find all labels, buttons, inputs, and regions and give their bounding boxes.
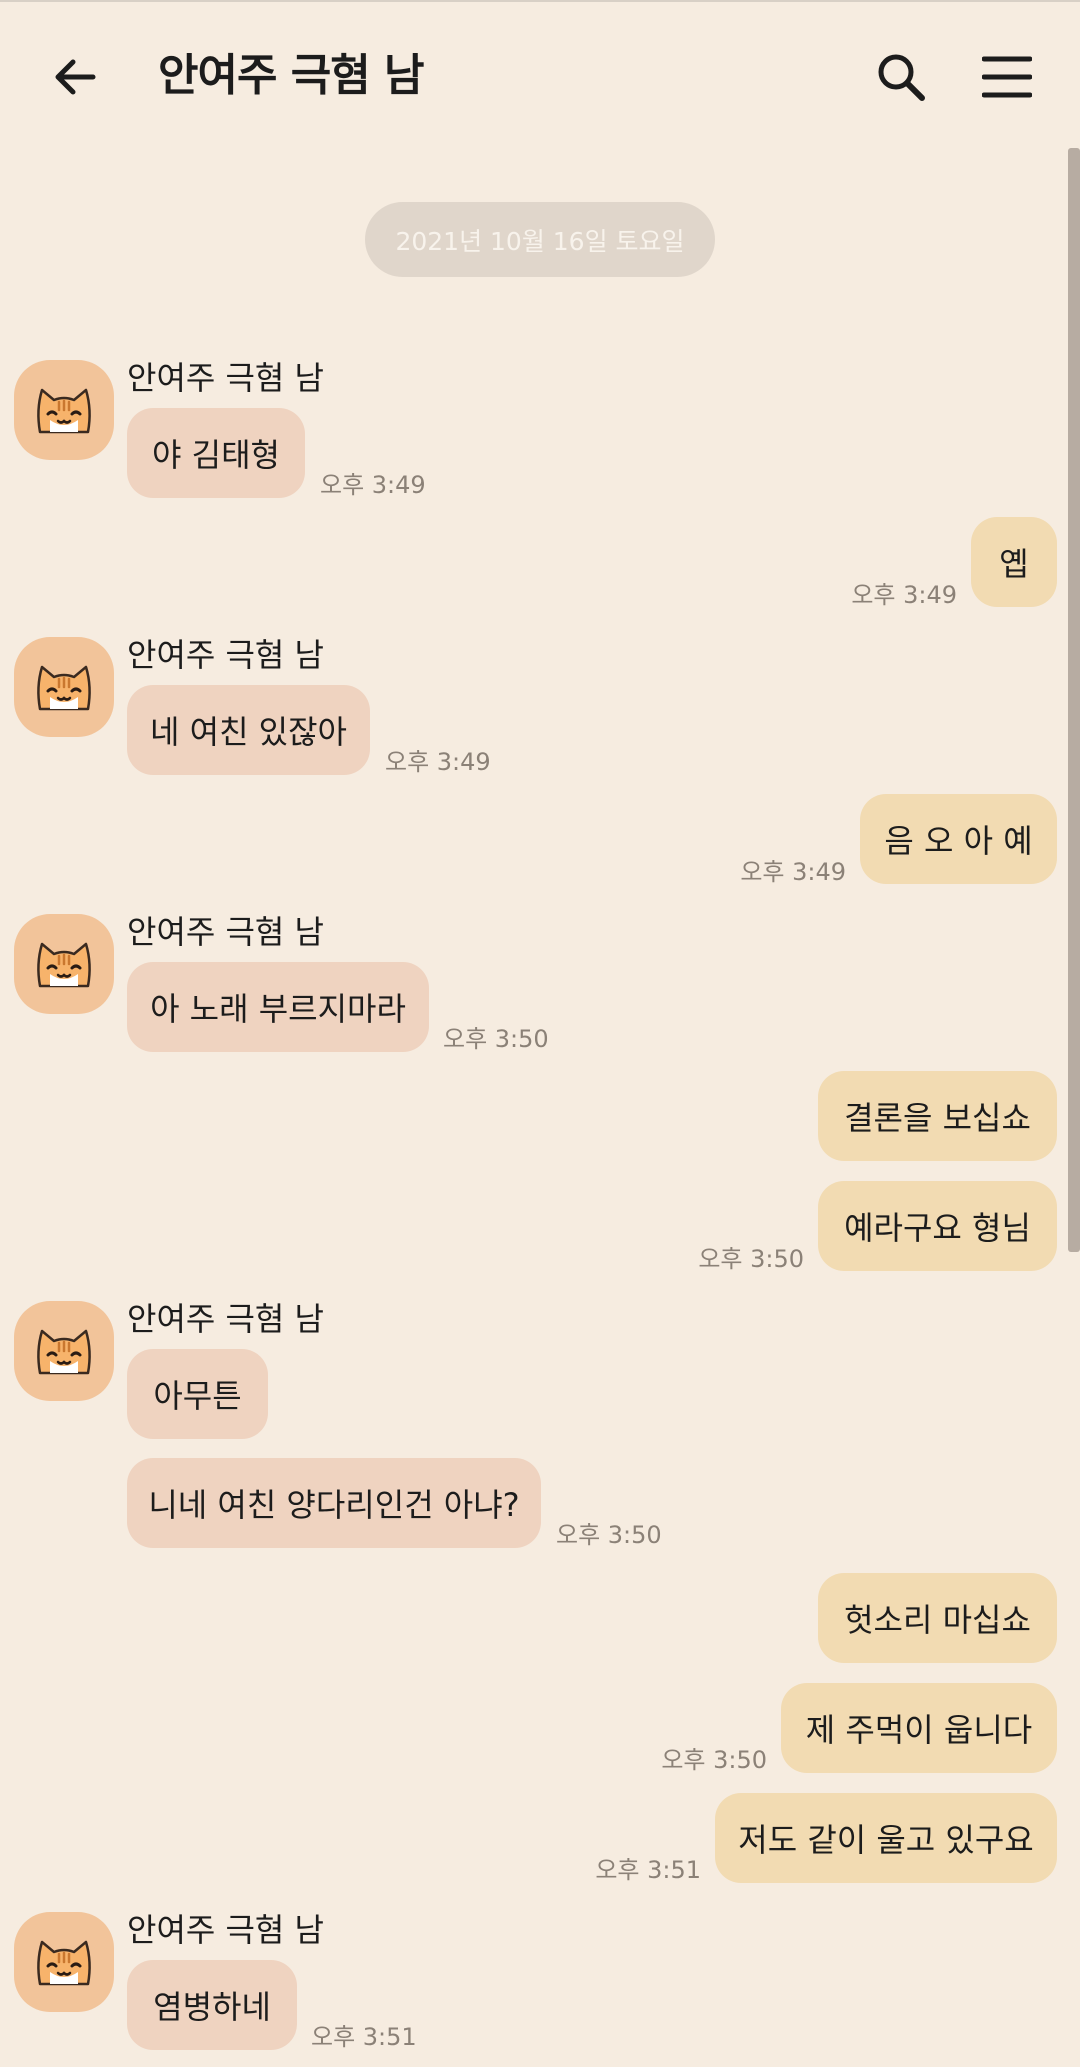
message-bubble-outgoing[interactable]: 결론을 보십쇼: [818, 1071, 1057, 1161]
date-divider: 2021년 10월 16일 토요일: [365, 202, 715, 277]
message-time: 오후 3:49: [385, 748, 491, 776]
sender-name: 안여주 극혐 남: [127, 359, 324, 397]
scrollbar[interactable]: [1068, 148, 1080, 1252]
avatar[interactable]: [14, 637, 114, 737]
message-time: 오후 3:50: [661, 1746, 767, 1774]
hamburger-menu-icon: [982, 56, 1032, 98]
menu-button[interactable]: [972, 42, 1042, 112]
message-bubble-incoming[interactable]: 야 김태형: [127, 408, 305, 498]
avatar[interactable]: [14, 360, 114, 460]
back-button[interactable]: [40, 42, 110, 112]
message-bubble-outgoing[interactable]: 옙: [971, 517, 1057, 607]
message-bubble-outgoing[interactable]: 헛소리 마십쇼: [818, 1573, 1057, 1663]
cat-face-icon: [37, 388, 91, 434]
message-bubble-outgoing[interactable]: 제 주먹이 웁니다: [781, 1683, 1057, 1773]
avatar[interactable]: [14, 914, 114, 1014]
avatar[interactable]: [14, 1912, 114, 2012]
message-time: 오후 3:51: [311, 2023, 417, 2051]
message-bubble-incoming[interactable]: 니네 여친 양다리인건 아냐?: [127, 1458, 541, 1548]
message-time: 오후 3:49: [851, 581, 957, 609]
search-button[interactable]: [866, 42, 936, 112]
message-time: 오후 3:49: [320, 471, 426, 499]
cat-face-icon: [37, 1940, 91, 1986]
message-time: 오후 3:50: [556, 1521, 662, 1549]
message-bubble-incoming[interactable]: 아 노래 부르지마라: [127, 962, 429, 1052]
arrow-left-icon: [55, 59, 96, 95]
cat-face-icon: [37, 665, 91, 711]
message-time: 오후 3:49: [740, 858, 846, 886]
sender-name: 안여주 극혐 남: [127, 913, 324, 951]
message-bubble-outgoing[interactable]: 음 오 아 예: [860, 794, 1057, 884]
chat-title: 안여주 극혐 남: [158, 50, 425, 101]
message-time: 오후 3:50: [698, 1245, 804, 1273]
message-bubble-incoming[interactable]: 아무튼: [127, 1349, 268, 1439]
message-time: 오후 3:51: [595, 1856, 701, 1884]
message-time: 오후 3:50: [443, 1025, 549, 1053]
sender-name: 안여주 극혐 남: [127, 1300, 324, 1338]
search-icon: [878, 54, 925, 101]
sender-name: 안여주 극혐 남: [127, 1911, 324, 1949]
message-bubble-outgoing[interactable]: 저도 같이 울고 있구요: [715, 1793, 1057, 1883]
cat-face-icon: [37, 1329, 91, 1375]
cat-face-icon: [37, 942, 91, 988]
message-bubble-incoming[interactable]: 염병하네: [127, 1960, 297, 2050]
message-bubble-outgoing[interactable]: 예라구요 형님: [818, 1181, 1057, 1271]
avatar[interactable]: [14, 1301, 114, 1401]
message-bubble-incoming[interactable]: 네 여친 있잖아: [127, 685, 370, 775]
chat-header: 안여주 극혐 남: [0, 2, 1080, 148]
sender-name: 안여주 극혐 남: [127, 636, 324, 674]
